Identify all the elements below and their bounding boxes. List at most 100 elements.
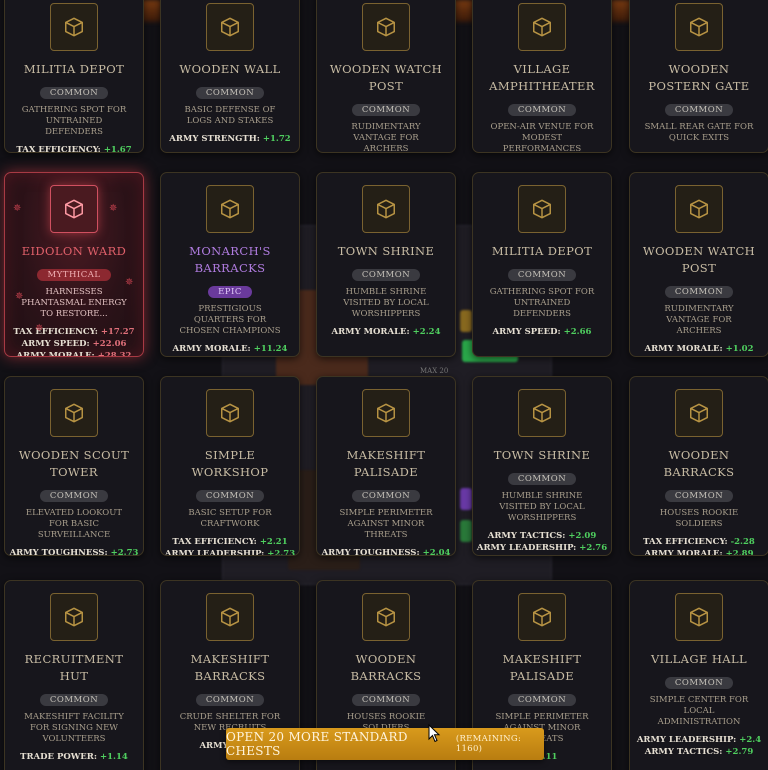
stat-label: Tax Efficiency: (643, 537, 728, 547)
background-button (460, 310, 472, 332)
stat-label: Army Strength: (638, 151, 729, 152)
cube-icon (518, 185, 566, 233)
reward-card: Village Amphitheater Common Open-air venue… (472, 0, 612, 153)
stat-value: +2.4 (739, 735, 762, 745)
reward-card: Monarch's Barracks Epic Prestigious quarte… (160, 172, 300, 357)
stat-label: Tax Efficiency: (13, 327, 98, 337)
cube-icon (206, 185, 254, 233)
cube-icon (206, 389, 254, 437)
stat-value: +1.38 (732, 151, 760, 152)
building-name: Town Shrine (337, 244, 435, 258)
rarity-badge: Common (507, 694, 577, 706)
building-description: Open-air venue for modest performances (490, 122, 594, 153)
open-more-chests-button[interactable]: Open 20 More Standard Chests (Remaining:… (226, 728, 544, 760)
cube-icon (518, 3, 566, 51)
reward-card: Militia Depot Common Gathering spot for un… (4, 0, 144, 153)
stat-value: +2.24 (412, 327, 441, 337)
building-description: Makeshift facility for signing new volun… (24, 712, 124, 744)
reward-card: Wooden Scout Tower Common Elevated lookout… (4, 376, 144, 556)
building-description: Humble shrine visited by local worshippe… (343, 287, 429, 319)
stat-row: Army Tactics: +2.79 (630, 746, 768, 758)
cube-icon (518, 593, 566, 641)
building-name: Wooden Postern Gate (648, 62, 750, 93)
building-description: Small rear gate for quick exits (644, 122, 754, 143)
stat-label: Army Morale: (644, 549, 723, 556)
rarity-badge: Common (39, 694, 109, 706)
stat-value: +2.89 (725, 549, 754, 556)
stat-value: +2.79 (725, 747, 754, 757)
stat-value: -2.28 (730, 537, 755, 547)
stat-row: Army Toughness:+2.96 (630, 355, 768, 356)
reward-card: Recruitment Hut Common Makeshift facility … (4, 580, 144, 770)
building-description: Prestigious quarters for chosen champion… (179, 304, 281, 336)
building-description: Simple perimeter against minor threats (339, 508, 433, 540)
reward-card: Wooden Watch Post Common Rudimentary vanta… (629, 172, 768, 357)
stat-row: Tax Efficiency: +11.48 (161, 355, 299, 357)
building-description: Harnesses phantasmal energy to restore..… (21, 287, 127, 319)
reward-card: Eidolon Ward Mythical Harnesses phantasmal… (4, 172, 144, 357)
rarity-badge: Mythical (37, 269, 111, 281)
stat-label: Army Leadership: (636, 735, 737, 745)
rarity-badge: Common (664, 104, 734, 116)
building-name: Village Hall (650, 652, 748, 666)
building-name: Monarch's Barracks (189, 244, 271, 275)
rarity-badge: Common (664, 490, 734, 502)
reward-card: Wooden Barracks Common Houses rookie soldi… (629, 376, 768, 556)
stat-value: +2.21 (259, 537, 288, 547)
background-button (460, 520, 472, 542)
background-button (460, 488, 472, 510)
stat-value: +1.72 (262, 134, 291, 144)
building-description: Gathering spot for untrained defenders (489, 287, 595, 319)
stat-row: Tax Efficiency: +1.67 (5, 144, 143, 152)
stat-label: Army Toughness: (321, 548, 420, 556)
building-name: Militia Depot (491, 244, 593, 258)
stat-value: +2.04 (422, 548, 451, 556)
stat-row: Army Morale: +2.89 (630, 548, 768, 556)
stat-label: Army Morale: (16, 351, 95, 357)
reward-card: Militia Depot Common Gathering spot for un… (472, 172, 612, 357)
stat-label: Trade Power: (20, 752, 97, 762)
stat-row: Army Morale: +2.24 (317, 326, 455, 338)
rarity-badge: Common (195, 87, 265, 99)
rarity-badge: Common (351, 694, 421, 706)
building-name: Recruitment Hut (24, 652, 124, 683)
stat-row: Army Leadership: +2.76 (473, 542, 611, 554)
building-description: Basic setup for craftwork (188, 508, 272, 529)
building-description: Elevated lookout for basic surveillance (25, 508, 123, 540)
stat-value: +1.02 (725, 344, 754, 354)
stat-value: +2.73 (110, 548, 139, 556)
cube-icon (362, 185, 410, 233)
sparkle-icon: ✵ (125, 277, 134, 288)
building-name: Wooden Watch Post (642, 244, 756, 275)
sparkle-icon: ✵ (35, 323, 44, 334)
stat-value: +11.24 (253, 344, 288, 354)
stat-label: Army Tactics: (644, 747, 723, 757)
rarity-badge: Common (507, 104, 577, 116)
building-description: Gathering spot for untrained defenders (21, 105, 127, 137)
stat-label: Army Strength: (169, 134, 260, 144)
rarity-badge: Common (195, 694, 265, 706)
stat-value: +2.09 (568, 531, 597, 541)
building-name: Village Amphitheater (489, 62, 595, 93)
stat-label: Army Speed: (492, 327, 561, 337)
cube-icon (50, 389, 98, 437)
cube-icon (675, 389, 723, 437)
stat-label: Army Morale: (644, 344, 723, 354)
rarity-badge: Common (507, 473, 577, 485)
stat-label: Army Morale: (172, 344, 251, 354)
stat-value: +2.66 (563, 327, 592, 337)
building-name: Town Shrine (493, 448, 591, 462)
rarity-badge: Common (39, 87, 109, 99)
stat-label: Army Tactics: (487, 531, 566, 541)
stat-row: Tax Efficiency: -2.28 (630, 536, 768, 548)
building-name: Wooden Barracks (663, 448, 735, 479)
building-name: Wooden Wall (179, 62, 281, 76)
stat-value: +11.48 (257, 356, 291, 357)
rarity-badge: Common (351, 269, 421, 281)
sparkle-icon: ✵ (109, 203, 118, 214)
stat-row: Army Tactics: +2.09 (473, 530, 611, 542)
building-description: Rudimentary vantage for archers (351, 122, 421, 153)
stat-value: +22.06 (92, 339, 127, 349)
stat-row: Tax Efficiency: +17.27 (5, 326, 143, 338)
cube-icon (362, 389, 410, 437)
